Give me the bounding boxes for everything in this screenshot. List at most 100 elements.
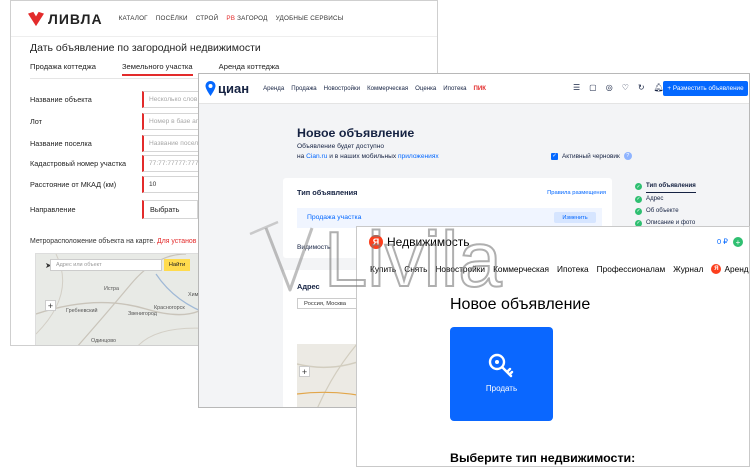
help-icon[interactable]: ? [623, 152, 632, 160]
nav-zagorod-label: ЗАГОРОД [237, 15, 268, 22]
nav-journal[interactable]: Журнал [673, 264, 703, 274]
nav-mortgage[interactable]: Ипотека [443, 85, 466, 92]
map-note: Метрорасположение объекта на карте. Для … [30, 238, 196, 245]
choose-type-heading: Выберите тип недвижимости: [450, 451, 636, 465]
nav-arenda[interactable]: Я Аренда [711, 264, 749, 274]
change-type-button[interactable]: Изменить [554, 212, 596, 223]
wallet-balance[interactable]: 0 ₽ [717, 237, 728, 246]
step-listing-type[interactable]: ✓ Тип объявления [635, 180, 696, 193]
cian-logo[interactable]: циан [205, 81, 249, 96]
sell-label: Продать [485, 384, 518, 393]
map-label: Гребневский [66, 308, 98, 314]
nav-build[interactable]: СТРОЙ [196, 15, 219, 22]
step-about[interactable]: ✓ Об объекте [635, 205, 696, 217]
menu-icon[interactable]: ☰ [573, 83, 580, 92]
step-label: Тип объявления [646, 180, 696, 193]
field-label: Название объекта [30, 95, 92, 104]
card-title: Адрес [297, 282, 320, 291]
map-note-text: Метрорасположение объекта на карте. [30, 238, 156, 245]
cian-logo-icon [205, 81, 216, 96]
step-label: Об объекте [646, 207, 679, 214]
cian-logo-text: циан [218, 81, 250, 96]
nav-valuation[interactable]: Оценка [415, 85, 436, 92]
progress-steps: ✓ Тип объявления ✓ Адрес ✓ Об объекте ✓ Опис… [635, 180, 696, 229]
sell-option-card[interactable]: Продать [450, 327, 553, 421]
map-zoom-in-button[interactable]: + [299, 366, 310, 377]
nav-arenda-label: Аренда [724, 264, 749, 274]
map-label: Истра [104, 286, 120, 292]
yandex-header[interactable]: Я Недвижимость [369, 235, 470, 249]
location-map[interactable]: ➤ Адрес или объект Найти Истра Гребневск… [35, 253, 213, 345]
direction-select[interactable]: Выбрать [142, 200, 198, 219]
nav-commercial[interactable]: Коммерческая [367, 85, 408, 92]
compare-icon[interactable]: ◎ [606, 83, 613, 92]
map-note-link[interactable]: Для установ [157, 238, 196, 245]
map-label: Звенигород [128, 311, 157, 317]
apps-link[interactable]: приложениях [398, 153, 439, 160]
step-address[interactable]: ✓ Адрес [635, 193, 696, 205]
nav-rent[interactable]: Аренда [263, 85, 284, 92]
messages-icon[interactable]: ▢ [589, 83, 597, 92]
page-title: Новое объявление [450, 296, 591, 313]
listing-type-value: Продажа участка [307, 214, 362, 221]
field-label: Расстояние от МКАД (км) [30, 180, 117, 189]
listing-type-box: Продажа участка Изменить [297, 208, 602, 228]
yandex-nav: Купить Снять Новостройки Коммерческая Ип… [370, 264, 749, 274]
field-label: Название поселка [30, 139, 92, 148]
nav-new-buildings[interactable]: Новостройки [435, 264, 485, 274]
tab-cottage-sale[interactable]: Продажа коттеджа [30, 62, 96, 76]
field-label: Кадастровый номер участка [30, 159, 127, 168]
nav-buy[interactable]: Купить [370, 264, 396, 274]
page-title: Новое объявление [297, 126, 415, 140]
livla-header: ЛИВЛА КАТАЛОГ ПОСЁЛКИ СТРОЙ РВ ЗАГОРОД У… [11, 1, 437, 37]
yandex-logo-icon: Я [369, 235, 383, 249]
check-icon: ✓ [635, 195, 642, 203]
yandex-realty-window: Я Недвижимость 0 ₽ + Купить Снять Новост… [356, 226, 750, 467]
nav-mortgage[interactable]: Ипотека [557, 264, 589, 274]
check-icon: ✓ [635, 183, 642, 190]
map-search-input[interactable]: Адрес или объект [50, 259, 162, 271]
livla-logo-text: ЛИВЛА [48, 10, 103, 27]
cian-link[interactable]: Cian.ru [306, 153, 327, 160]
cian-header-icons: ☰ ▢ ◎ ♡ ↻ 🔔︎ [573, 83, 664, 92]
nav-rv-zagorod[interactable]: РВ ЗАГОРОД [226, 15, 267, 22]
nav-pik[interactable]: ПИК [474, 85, 486, 92]
nav-services[interactable]: УДОБНЫЕ СЕРВИСЫ [276, 15, 344, 22]
subtitle-line: на Cian.ru и в наших мобильных приложени… [297, 153, 439, 160]
add-funds-icon[interactable]: + [733, 237, 743, 247]
page-subtitle: Объявление будет доступно на Cian.ru и в… [297, 142, 439, 162]
favorites-icon[interactable]: ♡ [622, 83, 629, 92]
rules-link[interactable]: Правила размещения [547, 190, 606, 196]
refresh-icon[interactable]: ↻ [638, 83, 645, 92]
page-title: Дать объявление по загородной недвижимос… [30, 42, 261, 54]
brand-name: Недвижимость [387, 235, 470, 249]
key-icon [488, 353, 514, 378]
nav-villages[interactable]: ПОСЁЛКИ [156, 15, 188, 22]
check-icon: ✓ [635, 207, 642, 215]
livla-nav: КАТАЛОГ ПОСЁЛКИ СТРОЙ РВ ЗАГОРОД УДОБНЫЕ… [119, 15, 344, 22]
checkbox-checked-icon: ✓ [551, 152, 558, 160]
subtitle-middle: и в наших мобильных [329, 153, 397, 160]
map-zoom-in-button[interactable]: + [45, 300, 56, 311]
nav-new-buildings[interactable]: Новостройки [324, 85, 360, 92]
nav-professionals[interactable]: Профессионалам [597, 264, 666, 274]
field-label: Направление [30, 205, 76, 214]
yandex-arenda-icon: Я [711, 264, 722, 274]
nav-rent[interactable]: Снять [404, 264, 427, 274]
card-title: Тип объявления [297, 188, 358, 197]
post-listing-button[interactable]: + Разместить объявление [663, 81, 748, 96]
nav-sale[interactable]: Продажа [291, 85, 316, 92]
livla-logo-icon [28, 11, 44, 26]
map-find-button[interactable]: Найти [164, 259, 190, 271]
nav-rv-mark: РВ [226, 15, 236, 22]
tab-land-plot[interactable]: Земельного участка [121, 62, 193, 76]
cian-nav: Аренда Продажа Новостройки Коммерческая … [263, 85, 486, 92]
nav-commercial[interactable]: Коммерческая [493, 264, 549, 274]
visibility-label: Видимость [297, 244, 331, 251]
step-label: Адрес [646, 195, 664, 202]
subtitle-line: Объявление будет доступно [297, 143, 385, 150]
field-label: Лот [30, 117, 43, 126]
active-draft-checkbox[interactable]: ✓ Активный черновик ? [551, 152, 632, 160]
map-label: Одинцово [91, 338, 117, 344]
nav-catalog[interactable]: КАТАЛОГ [119, 15, 148, 22]
